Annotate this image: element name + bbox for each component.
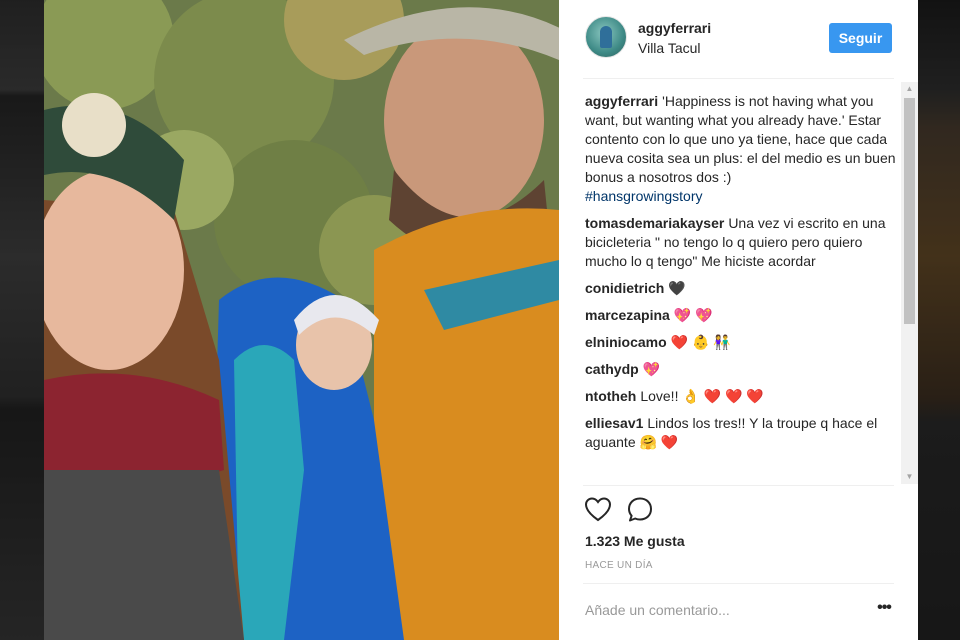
- comment-text: ❤️ 👶 👫: [670, 334, 731, 350]
- comment-text: 💖 💖: [673, 307, 713, 323]
- composer-divider: [583, 583, 894, 584]
- post-header: aggyferrari Villa Tacul Seguir: [559, 0, 918, 77]
- comment-item: elniniocamo ❤️ 👶 👫: [585, 333, 899, 352]
- comment-item: cathydp 💖: [585, 360, 899, 379]
- comments-divider: [583, 485, 894, 486]
- comment-username[interactable]: tomasdemariakayser: [585, 215, 724, 231]
- comment-item: conidietrich 🖤: [585, 279, 899, 298]
- comment-username[interactable]: conidietrich: [585, 280, 664, 296]
- post-timestamp: HACE UN DÍA: [585, 560, 653, 571]
- caption: aggyferrari 'Happiness is not having what…: [585, 92, 899, 206]
- scroll-up-arrow-icon[interactable]: ▲: [901, 82, 918, 96]
- more-options-icon[interactable]: •••: [872, 600, 896, 620]
- header-divider: [583, 78, 894, 79]
- comments-scrollbar[interactable]: ▲ ▼: [901, 82, 918, 484]
- likes-count[interactable]: 1.323 Me gusta: [585, 533, 685, 549]
- post-location[interactable]: Villa Tacul: [638, 40, 701, 56]
- scrollbar-thumb[interactable]: [904, 98, 915, 324]
- heart-outline-icon[interactable]: [583, 495, 613, 525]
- comment-input[interactable]: [583, 598, 857, 622]
- comment-username[interactable]: elliesav1: [585, 415, 643, 431]
- post-username[interactable]: aggyferrari: [638, 20, 711, 36]
- comment-text: 🖤: [668, 280, 686, 296]
- comments-list[interactable]: aggyferrari 'Happiness is not having what…: [585, 92, 899, 484]
- caption-username[interactable]: aggyferrari: [585, 93, 658, 109]
- comment-username[interactable]: ntotheh: [585, 388, 636, 404]
- scroll-down-arrow-icon[interactable]: ▼: [901, 470, 918, 484]
- comment-username[interactable]: marcezapina: [585, 307, 670, 323]
- comment-text: Love!! 👌 ❤️ ❤️ ❤️: [640, 388, 764, 404]
- post-detail-panel: aggyferrari Villa Tacul Seguir aggyferra…: [559, 0, 918, 640]
- caption-hashtag[interactable]: #hansgrowingstory: [585, 187, 899, 206]
- avatar[interactable]: [585, 16, 627, 58]
- comment-username[interactable]: cathydp: [585, 361, 639, 377]
- speech-bubble-icon[interactable]: [625, 495, 655, 525]
- comment-item: ntotheh Love!! 👌 ❤️ ❤️ ❤️: [585, 387, 899, 406]
- post-photo-illustration: [44, 0, 559, 640]
- follow-button[interactable]: Seguir: [829, 23, 892, 53]
- comment-text: 💖: [642, 361, 661, 377]
- comment-item: tomasdemariakayser Una vez vi escrito en …: [585, 214, 899, 271]
- post-photo[interactable]: [44, 0, 559, 640]
- comment-item: marcezapina 💖 💖: [585, 306, 899, 325]
- comment-username[interactable]: elniniocamo: [585, 334, 667, 350]
- comment-item: elliesav1 Lindos los tres!! Y la troupe q…: [585, 414, 899, 452]
